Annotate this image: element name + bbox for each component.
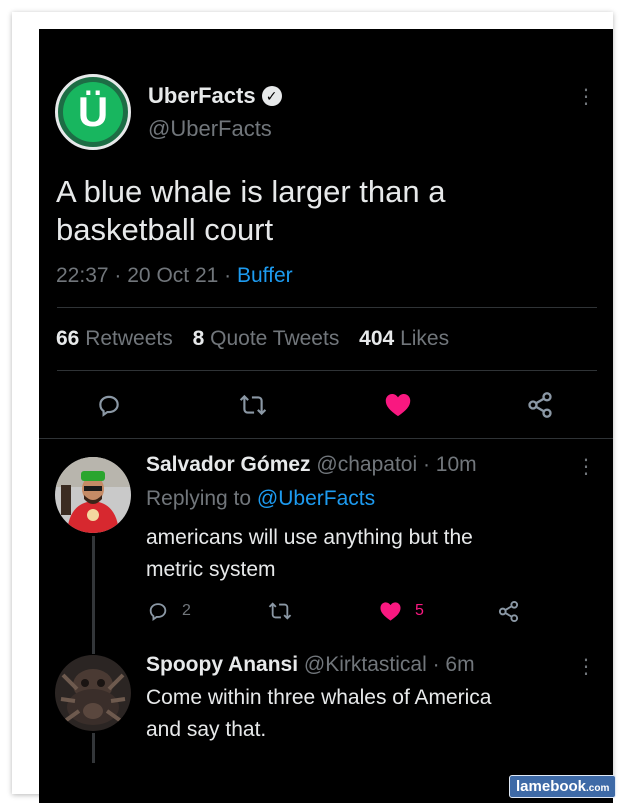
- retweet-icon[interactable]: [268, 600, 292, 622]
- share-icon[interactable]: [526, 391, 554, 419]
- retweets-count: 66: [56, 327, 80, 350]
- reply-text: Come within three whales of America and …: [146, 682, 492, 746]
- avatar-logo: Ü: [63, 82, 123, 142]
- retweets-label: Retweets: [85, 327, 173, 350]
- reply-author-name[interactable]: Salvador Gómez: [146, 453, 311, 476]
- heart-icon[interactable]: [379, 600, 402, 622]
- tweet-source[interactable]: Buffer: [237, 264, 293, 287]
- retweets-stat[interactable]: 66 Retweets: [56, 327, 173, 350]
- separator: ·: [224, 264, 232, 287]
- tweet-text-line: A blue whale is larger than a: [56, 174, 446, 209]
- reply-icon[interactable]: [96, 392, 122, 418]
- divider: [39, 438, 613, 439]
- thread-line: [92, 733, 95, 763]
- quotes-stat[interactable]: 8 Quote Tweets: [193, 327, 340, 350]
- reply-header: Spoopy Anansi @Kirktastical · 6m: [146, 652, 475, 678]
- tweet-text-line: basketball court: [56, 212, 274, 247]
- replying-to-label: Replying to: [146, 487, 252, 510]
- more-icon[interactable]: ⋮: [576, 657, 596, 677]
- replying-to-link[interactable]: @UberFacts: [257, 487, 375, 510]
- watermark-text: lamebook: [516, 778, 587, 795]
- stats-row: 66 Retweets 8 Quote Tweets 404 Likes: [56, 326, 449, 352]
- quotes-label: Quote Tweets: [210, 327, 340, 350]
- reply-author-handle[interactable]: @chapatoi: [316, 453, 417, 476]
- verified-icon: ✓: [261, 86, 282, 106]
- lamebook-watermark: lamebook.com: [509, 775, 617, 798]
- reply-icon[interactable]: [147, 600, 169, 622]
- separator: ·: [114, 264, 122, 287]
- reply-header: Salvador Gómez @chapatoi · 10m: [146, 452, 477, 478]
- like-count: 5: [415, 602, 424, 619]
- tweet-text: A blue whale is larger than a basketball…: [56, 173, 445, 249]
- likes-label: Likes: [400, 327, 450, 350]
- watermark-suffix: .com: [586, 783, 610, 794]
- reply-count: 2: [182, 602, 191, 619]
- salvador-avatar[interactable]: [55, 457, 131, 533]
- replying-to-row: Replying to @UberFacts: [146, 486, 375, 512]
- tweet-time[interactable]: 22:37: [56, 264, 109, 287]
- reply-time[interactable]: · 6m: [433, 653, 475, 676]
- uberfacts-avatar[interactable]: Ü: [55, 74, 131, 150]
- reply-time[interactable]: · 10m: [423, 453, 477, 476]
- author-name[interactable]: UberFacts: [148, 83, 256, 108]
- tweet-date[interactable]: 20 Oct 21: [127, 264, 218, 287]
- author-handle[interactable]: @UberFacts: [148, 116, 272, 142]
- photo-frame: Ü UberFacts ✓ @UberFacts ⋮ A blue whale i…: [12, 12, 617, 803]
- thread-line: [92, 536, 95, 654]
- reply-author-name[interactable]: Spoopy Anansi: [146, 653, 298, 676]
- tweet-screen: Ü UberFacts ✓ @UberFacts ⋮ A blue whale i…: [39, 29, 613, 803]
- quotes-count: 8: [192, 327, 205, 350]
- divider: [57, 370, 597, 371]
- likes-stat[interactable]: 404 Likes: [359, 327, 449, 350]
- more-icon[interactable]: ⋮: [576, 87, 596, 107]
- divider: [57, 307, 597, 308]
- reply-text-line: metric system: [146, 558, 276, 581]
- likes-count: 404: [359, 327, 395, 350]
- reply-text-line: americans will use anything but the: [146, 526, 473, 549]
- share-icon[interactable]: [497, 600, 520, 623]
- spoopy-avatar[interactable]: [55, 655, 131, 731]
- reply-text-line: Come within three whales of America: [146, 686, 492, 709]
- reply-text-line: and say that.: [146, 718, 267, 741]
- reply-author-handle[interactable]: @Kirktastical: [304, 653, 427, 676]
- author-row: UberFacts ✓: [148, 83, 282, 109]
- reply-text: americans will use anything but the metr…: [146, 522, 473, 586]
- timestamp-row: 22:37 · 20 Oct 21 · Buffer: [56, 263, 293, 289]
- more-icon[interactable]: ⋮: [576, 457, 596, 477]
- retweet-icon[interactable]: [239, 392, 267, 418]
- heart-icon[interactable]: [384, 391, 412, 418]
